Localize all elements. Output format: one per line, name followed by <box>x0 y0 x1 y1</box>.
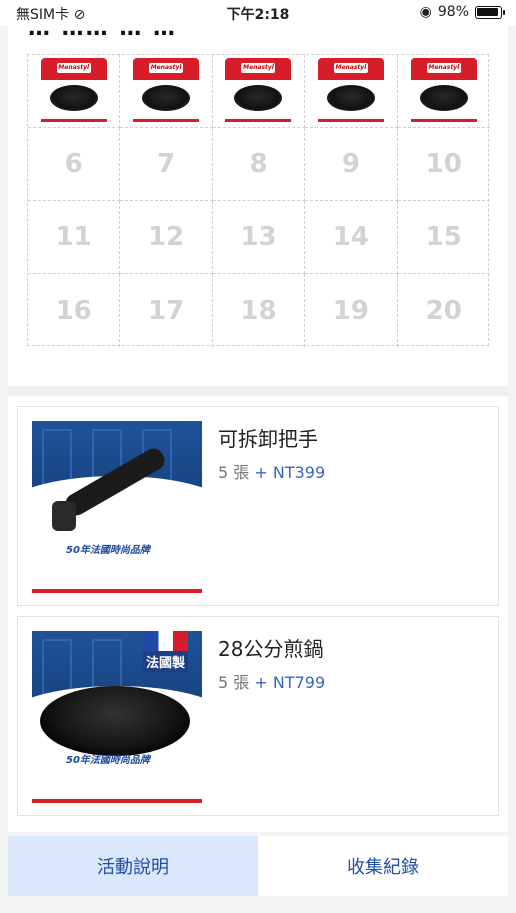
stamp-stripe <box>133 119 200 122</box>
stamp-cell: 16 <box>28 274 121 347</box>
stamp-number: 16 <box>55 295 92 326</box>
app-screen: 無SIM卡 ⊘ 下午2:18 ◉ 98% … …… … … Menastyl Me… <box>0 0 516 913</box>
red-stripe <box>32 589 202 593</box>
pan-icon <box>234 85 283 111</box>
reward-price: + NT399 <box>254 463 326 482</box>
stamp-cell: 13 <box>212 201 306 274</box>
bottom-tab-bar: 活動說明 收集紀錄 <box>8 836 508 896</box>
stamp-cell: 6 <box>28 128 121 201</box>
collected-stamp-icon: Menastyl <box>317 58 384 124</box>
stamp-number: 14 <box>332 222 369 252</box>
tab-collection-record[interactable]: 收集紀錄 <box>258 836 508 896</box>
stamp-stripe <box>40 119 107 122</box>
stamp-cell: 20 <box>398 274 490 347</box>
stamp-cell: Menastyl <box>397 55 490 128</box>
stamp-cell: 8 <box>212 128 306 201</box>
stamp-cell: 10 <box>397 128 490 201</box>
brand-badge: 50年法國時尚品牌 <box>66 541 150 556</box>
stamp-cell: Menastyl <box>212 55 306 128</box>
brand-logo: Menastyl <box>56 63 91 73</box>
brand-badge: 50年法國時尚品牌 <box>66 751 150 766</box>
reward-title: 可拆卸把手 <box>218 427 318 451</box>
reward-list: 50年法國時尚品牌 可拆卸把手 5 張 + NT399 法國製 50年法國時尚品… <box>8 396 508 832</box>
battery-percent: 98% <box>437 4 469 20</box>
brand-badge-text: 50年法國時尚品牌 <box>66 545 150 556</box>
stamp-cell: 19 <box>305 274 398 347</box>
frying-pan-image: 法國製 50年法國時尚品牌 <box>32 631 202 803</box>
stamp-number: 12 <box>147 222 185 252</box>
reward-price-line: 5 張 + NT799 <box>218 669 325 693</box>
french-flag-icon <box>144 631 188 653</box>
status-bar: 無SIM卡 ⊘ 下午2:18 ◉ 98% <box>0 0 516 26</box>
stamp-cell: 12 <box>120 201 213 274</box>
reward-price-line: 5 張 + NT399 <box>218 459 325 483</box>
section-divider <box>8 386 508 396</box>
stamp-cell: Menastyl <box>28 55 121 128</box>
reward-stamps: 5 張 <box>218 673 250 692</box>
stamp-number: 7 <box>157 149 176 179</box>
stamp-stripe <box>317 119 384 122</box>
stamp-stripe <box>410 119 477 122</box>
made-in-france-label: 法國製 <box>142 651 188 672</box>
reward-price: + NT799 <box>254 673 326 692</box>
stamp-number: 18 <box>240 295 277 326</box>
stamp-grid: Menastyl Menastyl Menastyl Menastyl Menastyl… <box>27 54 490 347</box>
pan-icon <box>419 85 468 111</box>
rotation-lock-icon: ◉ <box>419 4 432 20</box>
stamp-number: 13 <box>240 222 277 252</box>
reward-item-handle[interactable]: 50年法國時尚品牌 可拆卸把手 5 張 + NT399 <box>17 406 499 606</box>
stamp-cell: Menastyl <box>120 55 213 128</box>
stamp-number: 19 <box>332 295 369 326</box>
stamp-cell: Menastyl <box>305 55 398 128</box>
stamp-cell: 9 <box>305 128 398 201</box>
detachable-handle-image: 50年法國時尚品牌 <box>32 421 202 593</box>
collected-stamp-icon: Menastyl <box>133 58 200 124</box>
stamp-cell: 14 <box>305 201 398 274</box>
stamp-number: 6 <box>64 149 83 179</box>
stamp-cell: 7 <box>120 128 213 201</box>
collected-stamp-icon: Menastyl <box>40 58 107 124</box>
pan-icon <box>49 85 98 111</box>
reward-item-pan[interactable]: 法國製 50年法國時尚品牌 28公分煎鍋 5 張 + NT799 <box>17 616 499 816</box>
brand-logo: Menastyl <box>241 63 276 73</box>
stamp-number: 10 <box>425 149 462 179</box>
reward-stamps: 5 張 <box>218 463 250 482</box>
reward-title: 28公分煎鍋 <box>218 637 324 661</box>
brand-logo: Menastyl <box>426 63 461 73</box>
stamp-number: 17 <box>147 295 185 326</box>
stamp-number: 8 <box>249 149 268 179</box>
stamp-card: … …… … … Menastyl Menastyl Menastyl Menasty… <box>8 16 508 386</box>
pan-icon <box>142 85 191 111</box>
brand-badge-text: 50年法國時尚品牌 <box>66 755 150 766</box>
pan-shape <box>40 686 190 756</box>
status-right: ◉ 98% <box>419 4 505 20</box>
stamp-number: 15 <box>425 222 462 252</box>
battery-icon <box>475 5 505 19</box>
stamp-cell: 17 <box>120 274 213 347</box>
tab-event-info[interactable]: 活動說明 <box>8 836 258 896</box>
stamp-number: 20 <box>425 295 462 326</box>
red-stripe <box>32 799 202 803</box>
brand-logo: Menastyl <box>149 63 184 73</box>
stamp-number: 11 <box>55 222 92 252</box>
stamp-number: 9 <box>341 149 360 179</box>
pan-icon <box>326 85 375 111</box>
stamp-cell: 11 <box>28 201 121 274</box>
stamp-cell: 18 <box>213 274 306 347</box>
brand-logo: Menastyl <box>333 63 368 73</box>
stamp-stripe <box>225 119 292 122</box>
handle-clip-shape <box>52 501 76 531</box>
collected-stamp-icon: Menastyl <box>225 58 292 124</box>
stamp-cell: 15 <box>397 201 490 274</box>
collected-stamp-icon: Menastyl <box>410 58 477 124</box>
